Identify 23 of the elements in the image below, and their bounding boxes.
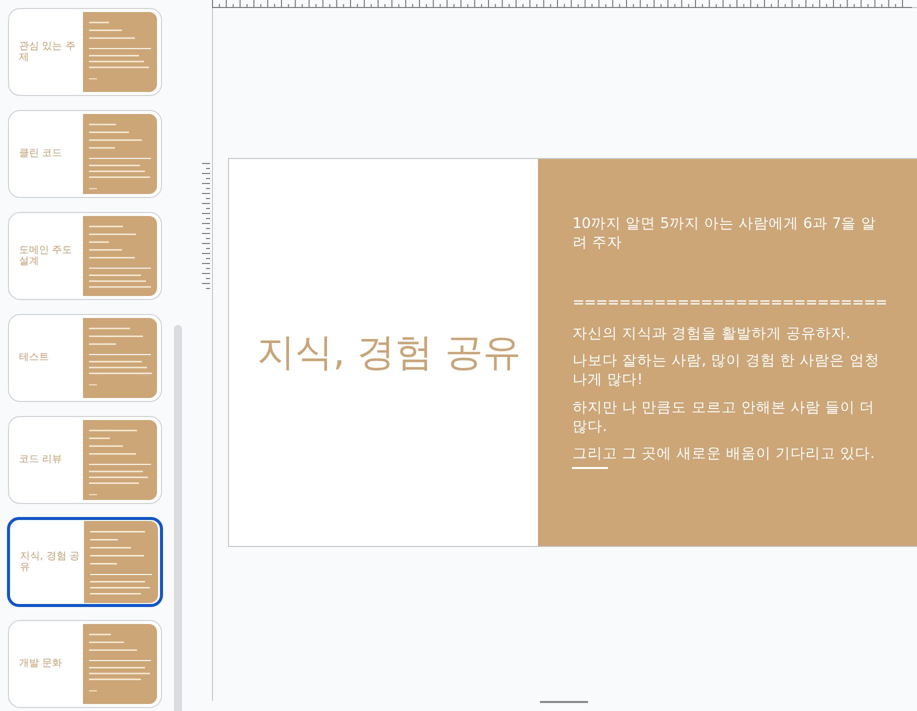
slide-title: 테스트 [18, 351, 50, 366]
slide-title: 지식, 경험 공유 [19, 550, 81, 575]
separator-text: =========================== [572, 294, 887, 313]
slide-paragraph: 그리고 그 곳에 새로운 배움이 기다리고 있다. [572, 445, 876, 464]
slide-thumbnail[interactable]: 관심 있는 주제 [8, 8, 162, 96]
slide-title: 클린 코드 [18, 147, 64, 162]
scrollbar-thumb[interactable] [174, 325, 182, 711]
slide-thumbnail[interactable]: 개발 문화 [8, 620, 162, 708]
slide-paragraph: 나보다 잘하는 사람, 많이 경험 한 사람은 엄청나게 많다! [572, 352, 880, 390]
slide-title: 도메인 주도 설계 [18, 244, 74, 269]
slide-title: 관심 있는 주제 [18, 40, 76, 65]
slide-thumbnail[interactable]: 테스트 [8, 314, 162, 402]
slide-paragraph: 자신의 지식과 경험을 활발하게 공유하자. [572, 324, 852, 344]
slide-thumbnail[interactable]: 코드 리뷰 [8, 416, 162, 504]
slide-lead-text: 10까지 알면 5까지 아는 사람에게 6과 7을 알려 주자 [572, 215, 877, 254]
slide-thumbnail[interactable]: 클린 코드 [8, 110, 162, 198]
slide-paragraph: 하지만 나 만큼도 모르고 안해본 사람 들이 더 많다. [572, 398, 876, 437]
slide-thumbnail[interactable]: 지식, 경험 공유 [7, 517, 163, 607]
slide-heading: 지식, 경험 공유 [257, 329, 522, 376]
slide-title: 코드 리뷰 [18, 453, 64, 468]
resize-handle[interactable] [540, 701, 588, 703]
slide-thumbnail[interactable]: 도메인 주도 설계 [8, 212, 162, 300]
slide-title: 개발 문화 [18, 657, 64, 672]
